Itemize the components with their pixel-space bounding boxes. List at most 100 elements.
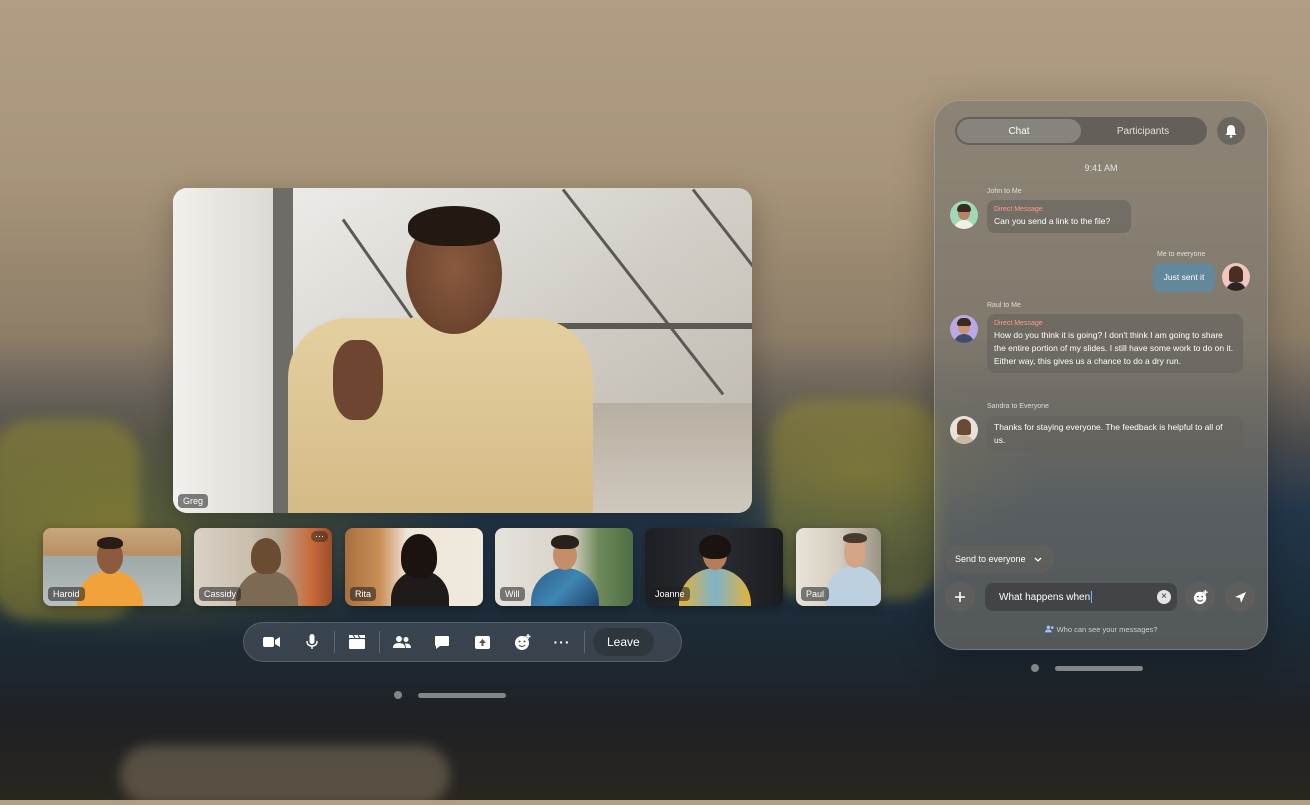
share-icon xyxy=(474,635,490,649)
speaker-raised-hand xyxy=(333,340,383,420)
participants-button[interactable] xyxy=(382,626,422,658)
video-icon xyxy=(263,637,280,647)
speaker-figure xyxy=(288,200,608,513)
mic-toggle-button[interactable] xyxy=(292,626,332,658)
direct-message-tag: Direct Message xyxy=(994,206,1043,213)
thumbnail-name-tag: Haroid xyxy=(48,587,85,601)
participant-figure xyxy=(75,534,145,606)
chevron-down-icon xyxy=(1034,557,1042,562)
message-meta: Me to everyone xyxy=(1157,251,1206,258)
bell-icon xyxy=(1225,125,1237,138)
thumbnail-more-icon[interactable]: ··· xyxy=(311,531,328,542)
message-input-value: What happens when xyxy=(999,591,1091,603)
message-text: Just sent it xyxy=(1163,272,1205,282)
message-bubble: Direct Message How do you think it is go… xyxy=(987,314,1243,373)
participant-hair xyxy=(97,537,123,549)
share-screen-button[interactable] xyxy=(462,626,502,658)
avatar-body xyxy=(954,435,974,444)
message-bubble: Thanks for staying everyone. The feedbac… xyxy=(987,416,1243,452)
reaction-button[interactable] xyxy=(502,626,542,658)
message-input[interactable]: What happens when × xyxy=(985,583,1177,611)
message-meta: Sandra to Everyone xyxy=(987,403,1049,410)
participant-shirt xyxy=(236,570,298,606)
participant-hair xyxy=(251,538,281,574)
message-text: Thanks for staying everyone. The feedbac… xyxy=(994,422,1223,445)
thumbnail-tile[interactable]: Joanne xyxy=(645,528,783,606)
reaction-icon xyxy=(1193,589,1208,604)
thumbnail-tile[interactable]: ··· Cassidy xyxy=(194,528,332,606)
message-meta: Raul to Me xyxy=(987,302,1021,309)
notifications-button[interactable] xyxy=(1217,117,1245,145)
tab-participants[interactable]: Participants xyxy=(1081,119,1205,143)
participant-figure xyxy=(527,532,603,606)
window-grabber-right[interactable] xyxy=(1031,664,1143,672)
message-bubble: Direct Message Can you send a link to th… xyxy=(987,200,1131,233)
scene-button[interactable] xyxy=(337,626,377,658)
participant-figure xyxy=(826,530,881,606)
emoji-button[interactable] xyxy=(1185,582,1215,612)
window-grabber-left[interactable] xyxy=(394,691,506,699)
scene-icon xyxy=(349,634,365,649)
toolbar-divider xyxy=(334,631,335,653)
participant-figure xyxy=(385,532,455,606)
avatar-hair xyxy=(1229,266,1243,282)
window-close-dot[interactable] xyxy=(1031,664,1039,672)
participant-figure xyxy=(232,536,302,606)
people-icon xyxy=(393,636,411,648)
participant-hair xyxy=(699,535,731,559)
avatar xyxy=(1222,263,1250,291)
leave-button[interactable]: Leave xyxy=(593,628,654,656)
participant-shirt xyxy=(826,566,881,606)
privacy-text: Who can see your messages? xyxy=(1056,625,1158,634)
chat-timestamp: 9:41 AM xyxy=(1084,163,1118,173)
plus-icon xyxy=(955,592,965,602)
thumbnail-name-tag: Cassidy xyxy=(199,587,242,601)
send-to-dropdown[interactable]: Send to everyone xyxy=(945,545,1054,573)
chat-icon xyxy=(435,635,449,649)
avatar-body xyxy=(1226,282,1246,291)
message-bubble: Just sent it xyxy=(1153,263,1215,292)
avatar-body xyxy=(954,334,974,343)
window-close-dot[interactable] xyxy=(394,691,402,699)
clear-input-icon[interactable]: × xyxy=(1157,590,1171,604)
call-toolbar: ··· Leave xyxy=(243,622,682,662)
send-to-label: Send to everyone xyxy=(955,554,1026,564)
speaker-shirt xyxy=(288,318,593,513)
thumbnail-tile[interactable]: Paul xyxy=(796,528,881,606)
message-meta: John to Me xyxy=(987,188,1022,195)
avatar xyxy=(950,416,978,444)
message-text: Can you send a link to the file? xyxy=(994,216,1111,226)
toolbar-divider xyxy=(584,631,585,653)
avatar-hair xyxy=(957,419,971,435)
thumbnail-name-tag: Joanne xyxy=(650,587,690,601)
thumbnail-name-tag: Paul xyxy=(801,587,830,601)
video-toggle-button[interactable] xyxy=(252,626,292,658)
window-drag-bar[interactable] xyxy=(1055,665,1143,671)
chat-tab-switcher: Chat Participants xyxy=(955,117,1207,145)
send-icon xyxy=(1234,591,1246,603)
thumbnail-tile[interactable]: Will xyxy=(495,528,633,606)
window-drag-bar[interactable] xyxy=(418,692,506,698)
message-text: How do you think it is going? I don't th… xyxy=(994,330,1234,366)
chat-button[interactable] xyxy=(422,626,462,658)
avatar-hair xyxy=(957,204,971,212)
send-button[interactable] xyxy=(1225,582,1255,612)
participant-shirt xyxy=(679,568,751,606)
text-caret xyxy=(1091,591,1093,603)
tab-chat[interactable]: Chat xyxy=(957,119,1081,143)
thumbnail-tile[interactable]: Rita xyxy=(345,528,483,606)
direct-message-tag: Direct Message xyxy=(994,320,1043,327)
privacy-link[interactable]: Who can see your messages? xyxy=(935,625,1267,634)
main-video-name-tag: Greg xyxy=(178,494,209,508)
avatar-body xyxy=(954,220,974,229)
participant-hair xyxy=(843,533,867,543)
avatar xyxy=(950,201,978,229)
main-video-tile[interactable]: Greg xyxy=(173,188,752,513)
more-options-button[interactable]: ··· xyxy=(542,626,582,658)
attach-button[interactable] xyxy=(945,582,975,612)
more-icon: ··· xyxy=(553,634,571,650)
mic-icon xyxy=(306,634,318,649)
background-floor-item xyxy=(120,745,450,805)
avatar-hair xyxy=(957,318,971,326)
thumbnail-tile[interactable]: Haroid xyxy=(43,528,181,606)
